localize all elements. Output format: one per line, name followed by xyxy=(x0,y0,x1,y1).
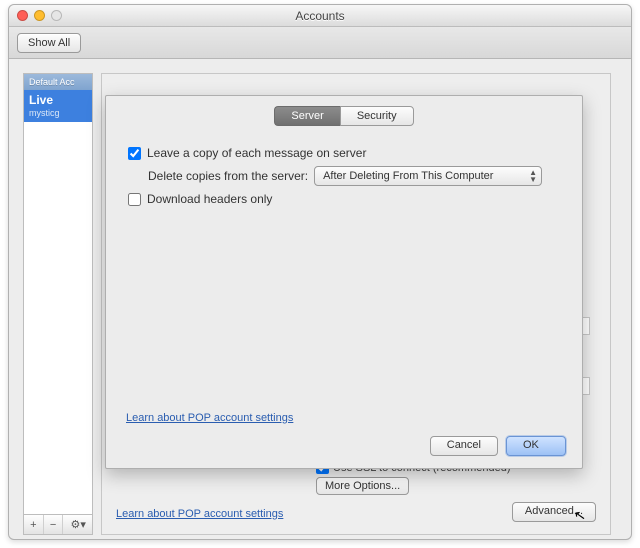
sidebar-toolbar: + − ⚙▾ xyxy=(23,515,93,535)
learn-link-bg[interactable]: Learn about POP account settings xyxy=(116,508,283,520)
sheet-tabs: Server Security xyxy=(106,106,582,126)
gear-icon: ⚙▾ xyxy=(71,518,86,531)
sheet-body: Leave a copy of each message on server D… xyxy=(106,126,582,226)
more-options-row: More Options... xyxy=(316,477,596,495)
sidebar-gear-button[interactable]: ⚙▾ xyxy=(64,515,92,534)
sidebar-item-sub: mysticg xyxy=(24,108,92,122)
minus-icon: − xyxy=(50,519,56,531)
close-icon[interactable] xyxy=(17,10,28,21)
headers-only-row[interactable]: Download headers only xyxy=(128,192,560,206)
delete-copies-value: After Deleting From This Computer xyxy=(323,170,493,182)
leave-copy-label: Leave a copy of each message on server xyxy=(147,146,366,160)
toolbar: Show All xyxy=(9,27,631,59)
headers-only-checkbox[interactable] xyxy=(128,193,141,206)
accounts-window: Accounts Show All Default Acc Live mysti… xyxy=(8,4,632,540)
plus-icon: + xyxy=(30,519,36,531)
advanced-sheet: Server Security Leave a copy of each mes… xyxy=(105,95,583,469)
tab-server[interactable]: Server xyxy=(274,106,339,126)
delete-copies-row: Delete copies from the server: After Del… xyxy=(148,166,560,186)
leave-copy-checkbox[interactable] xyxy=(128,147,141,160)
titlebar: Accounts xyxy=(9,5,631,27)
more-options-button[interactable]: More Options... xyxy=(316,477,409,495)
advanced-button[interactable]: Advanced... xyxy=(512,502,596,522)
headers-only-label: Download headers only xyxy=(147,192,272,206)
leave-copy-row[interactable]: Leave a copy of each message on server xyxy=(128,146,560,160)
select-arrows-icon: ▲▼ xyxy=(529,169,537,183)
delete-copies-select[interactable]: After Deleting From This Computer ▲▼ xyxy=(314,166,542,186)
minimize-icon[interactable] xyxy=(34,10,45,21)
window-title: Accounts xyxy=(9,9,631,23)
delete-copies-label: Delete copies from the server: xyxy=(148,169,308,183)
ok-button[interactable]: OK xyxy=(506,436,566,456)
accounts-sidebar: Default Acc Live mysticg xyxy=(23,73,93,515)
content-area: Default Acc Live mysticg + − ⚙▾ Personal… xyxy=(9,59,631,539)
sheet-footer: Cancel OK xyxy=(122,436,566,456)
cancel-button[interactable]: Cancel xyxy=(430,436,498,456)
sidebar-item-live[interactable]: Live mysticg xyxy=(24,90,92,122)
learn-link-sheet[interactable]: Learn about POP account settings xyxy=(126,412,293,424)
sidebar-item-name: Live xyxy=(24,90,92,108)
remove-account-button[interactable]: − xyxy=(44,515,64,534)
tab-security[interactable]: Security xyxy=(340,106,414,126)
show-all-button[interactable]: Show All xyxy=(17,33,81,53)
zoom-icon[interactable] xyxy=(51,10,62,21)
sidebar-header: Default Acc xyxy=(24,74,92,90)
window-controls xyxy=(17,10,62,21)
add-account-button[interactable]: + xyxy=(24,515,44,534)
